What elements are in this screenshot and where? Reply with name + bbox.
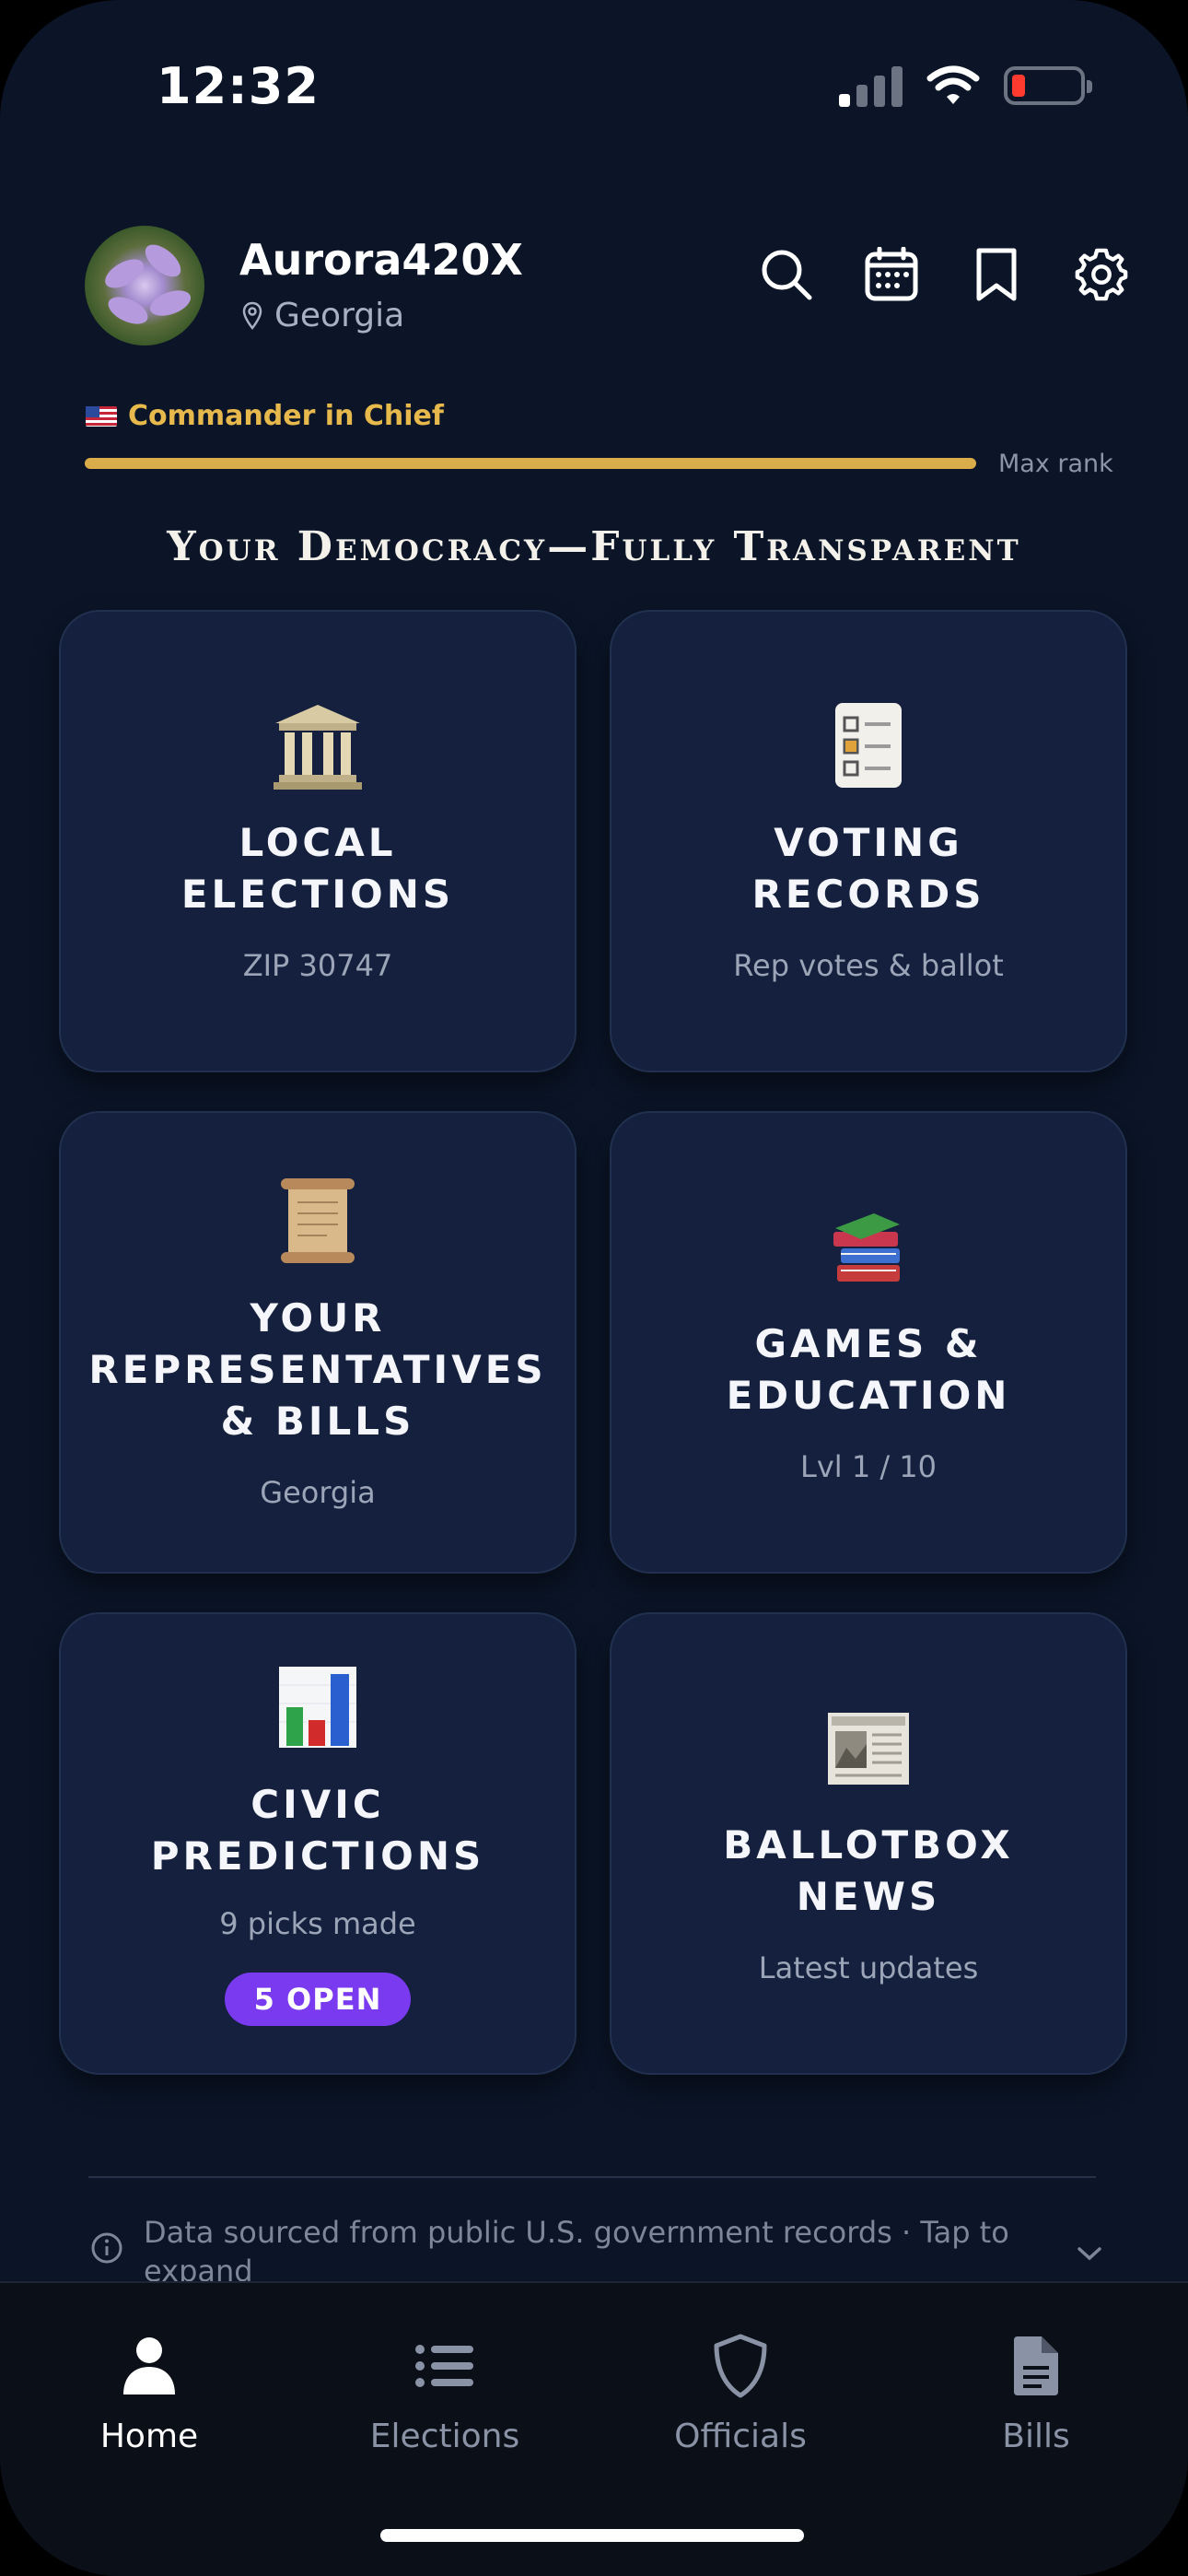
card-local-elections[interactable]: LOCAL ELECTIONS ZIP 30747 bbox=[59, 610, 577, 1072]
document-icon bbox=[1014, 2336, 1058, 2395]
card-title-line: BALLOTBOX bbox=[723, 1822, 1014, 1868]
data-source-text: Data sourced from public U.S. government… bbox=[144, 2215, 1009, 2289]
nav-label-home: Home bbox=[99, 2418, 199, 2455]
shield-icon bbox=[714, 2334, 767, 2398]
card-title-line: NEWS bbox=[796, 1874, 941, 1919]
location-label: Georgia bbox=[274, 297, 405, 334]
card-subtitle: 9 picks made bbox=[219, 1906, 416, 1941]
bookmark-icon bbox=[976, 248, 1017, 301]
card-title-line: VOTING bbox=[774, 820, 963, 865]
header-actions bbox=[759, 245, 1129, 304]
chevron-down-icon bbox=[1077, 2247, 1101, 2261]
card-subtitle: Georgia bbox=[260, 1475, 376, 1510]
rank-status: Max rank bbox=[998, 450, 1113, 478]
divider bbox=[88, 2176, 1096, 2178]
card-title-line: RECORDS bbox=[751, 872, 985, 917]
phone-screen: 12:32 Aurora420X Georgia Commander in Ch… bbox=[0, 0, 1188, 2576]
location-pin-icon bbox=[242, 301, 262, 330]
nav-label-elections: Elections bbox=[369, 2418, 520, 2455]
person-icon bbox=[123, 2337, 175, 2395]
gear-icon bbox=[1075, 248, 1128, 301]
card-title-line: & BILLS bbox=[220, 1399, 415, 1444]
card-subtitle: Rep votes & ballot bbox=[733, 948, 1004, 983]
rank-progress-bar bbox=[85, 458, 976, 469]
books-icon bbox=[833, 1213, 900, 1282]
nav-label-bills: Bills bbox=[1002, 2418, 1070, 2455]
card-voting-records[interactable]: VOTING RECORDS Rep votes & ballot bbox=[610, 610, 1127, 1072]
card-title-line: LOCAL bbox=[239, 820, 397, 865]
calendar-icon bbox=[865, 247, 918, 301]
tagline: Your Democracy—Fully Transparent bbox=[167, 523, 1021, 570]
list-icon bbox=[415, 2345, 473, 2387]
nav-home[interactable]: Home bbox=[29, 2329, 269, 2455]
classical-building-icon bbox=[274, 705, 362, 790]
bookmarks-button[interactable] bbox=[969, 245, 1024, 304]
avatar[interactable] bbox=[85, 226, 204, 345]
username: Aurora420X bbox=[239, 235, 523, 285]
nav-elections[interactable]: Elections bbox=[325, 2329, 565, 2455]
cellular-signal-icon bbox=[839, 64, 903, 107]
data-source-note[interactable]: Data sourced from public U.S. government… bbox=[90, 2213, 1103, 2290]
settings-button[interactable] bbox=[1074, 245, 1129, 304]
card-representatives-bills[interactable]: YOUR REPRESENTATIVES & BILLS Georgia bbox=[59, 1111, 577, 1574]
checklist-icon bbox=[835, 703, 902, 788]
scroll-icon bbox=[281, 1178, 355, 1263]
search-button[interactable] bbox=[759, 245, 814, 304]
rank-title: Commander in Chief bbox=[128, 400, 444, 432]
wifi-icon bbox=[926, 65, 980, 104]
card-title-line: ELECTIONS bbox=[181, 872, 455, 917]
card-title-line: GAMES & bbox=[754, 1321, 983, 1366]
nav-bills[interactable]: Bills bbox=[916, 2329, 1156, 2455]
card-title-line: YOUR bbox=[250, 1295, 386, 1341]
nav-label-officials: Officials bbox=[674, 2418, 807, 2455]
battery-icon bbox=[1004, 66, 1092, 105]
bar-chart-icon bbox=[279, 1667, 356, 1748]
user-location: Georgia bbox=[241, 297, 404, 334]
card-civic-predictions[interactable]: CIVIC PREDICTIONS 9 picks made 5 OPEN bbox=[59, 1612, 577, 2075]
info-icon bbox=[91, 2232, 122, 2264]
card-games-education[interactable]: GAMES & EDUCATION Lvl 1 / 10 bbox=[610, 1111, 1127, 1574]
rank-label: Commander in Chief bbox=[86, 400, 444, 432]
search-icon bbox=[762, 250, 812, 300]
status-icons bbox=[839, 64, 1092, 107]
card-subtitle: Lvl 1 / 10 bbox=[799, 1449, 938, 1484]
card-subtitle: Latest updates bbox=[758, 1950, 979, 1985]
card-title-line: CIVIC bbox=[250, 1782, 385, 1827]
newspaper-icon bbox=[828, 1713, 909, 1785]
nav-officials[interactable]: Officials bbox=[621, 2329, 860, 2455]
us-flag-icon bbox=[86, 405, 117, 427]
calendar-button[interactable] bbox=[864, 245, 919, 304]
card-title-line: EDUCATION bbox=[726, 1373, 1011, 1418]
home-indicator[interactable] bbox=[380, 2529, 804, 2542]
card-subtitle: ZIP 30747 bbox=[242, 948, 393, 983]
status-time: 12:32 bbox=[157, 57, 320, 115]
card-title-line: PREDICTIONS bbox=[150, 1833, 485, 1879]
open-predictions-badge[interactable]: 5 OPEN bbox=[224, 1973, 412, 2026]
card-ballotbox-news[interactable]: BALLOTBOX NEWS Latest updates bbox=[610, 1612, 1127, 2075]
card-title-line: REPRESENTATIVES bbox=[88, 1347, 547, 1392]
